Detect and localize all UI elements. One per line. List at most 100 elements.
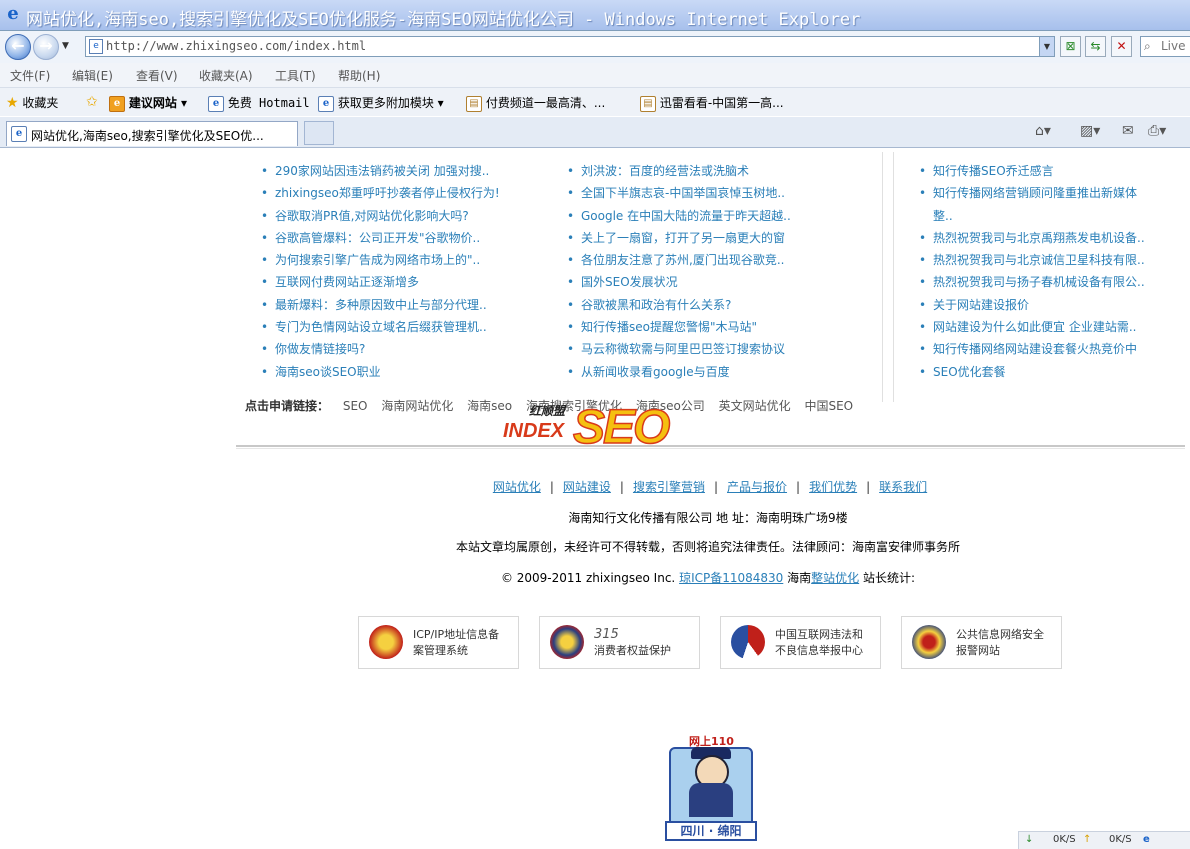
badge-icp[interactable]: ICP/IP地址信息备 案管理系统 [358, 616, 519, 669]
list-item[interactable]: 整.. [919, 205, 1145, 227]
tab-active[interactable]: e 网站优化,海南seo,搜索引擎优化及SEO优... [6, 121, 298, 146]
friend-link[interactable]: SEO [343, 399, 368, 413]
icp-link[interactable]: 琼ICP备11084830 [679, 571, 783, 585]
addons-icon: e [318, 95, 334, 112]
footer-link-contact[interactable]: 联系我们 [879, 480, 927, 494]
list-item[interactable]: 谷歌取消PR值,对网站优化影响大吗? [261, 205, 500, 227]
refresh-icon[interactable]: ⇆ [1085, 36, 1106, 57]
list-item[interactable]: 最新爆料：多种原因致中止与部分代理.. [261, 294, 500, 316]
footer-divider [236, 445, 1185, 447]
list-item[interactable]: 知行传播网络网站建设套餐火热竞价中 [919, 338, 1145, 360]
badge-police[interactable]: 公共信息网络安全 报警网站 [901, 616, 1062, 669]
list-item[interactable]: 关于网站建设报价 [919, 294, 1145, 316]
police-body-icon [689, 783, 733, 817]
list-item[interactable]: 从新闻收录看google与百度 [567, 361, 791, 383]
column-divider [882, 152, 883, 402]
list-item[interactable]: 全国下半旗志哀-中国举国哀悼玉树地.. [567, 182, 791, 204]
menu-file[interactable]: 文件(F) [10, 67, 50, 84]
list-item[interactable]: 刘洪波：百度的经营法或洗脑术 [567, 160, 791, 182]
police-emblem-icon [912, 625, 946, 659]
list-item[interactable]: 专门为色情网站设立域名后缀获管理机.. [261, 316, 500, 338]
list-item[interactable]: 谷歌被黑和政治有什么关系? [567, 294, 791, 316]
footer-divider [236, 448, 1185, 449]
list-item[interactable]: 网站建设为什么如此便宜 企业建站需.. [919, 316, 1145, 338]
friend-link[interactable]: 中国SEO [804, 399, 853, 413]
favorites-label: 收藏夹 [22, 96, 59, 110]
url-input[interactable] [106, 38, 1026, 53]
history-dropdown-icon[interactable]: ▼ [62, 41, 69, 51]
compat-view-icon[interactable]: ⊠ [1060, 36, 1081, 57]
list-item[interactable]: 知行传播seo提醒您警惕"木马站" [567, 316, 791, 338]
footer-link-sem[interactable]: 搜索引擎营销 [633, 480, 705, 494]
favorites-button[interactable]: ★ 收藏夹 [6, 94, 58, 111]
stop-icon[interactable]: ✕ [1111, 36, 1132, 57]
list-item[interactable]: 海南seo谈SEO职业 [261, 361, 500, 383]
menu-help[interactable]: 帮助(H) [338, 67, 380, 84]
list-item[interactable]: 知行传播SEO乔迁感言 [919, 160, 1145, 182]
address-dropdown-icon[interactable]: ▼ [1039, 37, 1054, 56]
list-item[interactable]: Google 在中国大陆的流量于昨天超越.. [567, 205, 791, 227]
fav-xunlei[interactable]: ▤ 迅雷看看-中国第一高... [640, 94, 784, 112]
back-button[interactable]: ← [5, 34, 31, 60]
copyright-notice: 本站文章均属原创，未经许可不得转载，否则将追究法律责任。法律顾问：海南富安律师事… [455, 540, 960, 554]
menu-tools[interactable]: 工具(T) [275, 67, 316, 84]
search-box[interactable]: ⌕ [1140, 36, 1190, 57]
list-item[interactable]: 你做友情链接吗? [261, 338, 500, 360]
fav-paid-channel[interactable]: ▤ 付费频道一最高清、... [466, 94, 605, 112]
new-tab-button[interactable] [304, 121, 334, 145]
list-item[interactable]: 谷歌高管爆料：公司正开发"谷歌物价.. [261, 227, 500, 249]
address-toolbar: ← → ▼ e ▼ ⊠ ⇆ ✕ ⌕ [0, 31, 1190, 63]
fav-addons-label: 获取更多附加模块 ▾ [337, 96, 444, 110]
friend-link[interactable]: 英文网站优化 [719, 399, 791, 413]
list-item[interactable]: 国外SEO发展状况 [567, 271, 791, 293]
list-item[interactable]: 知行传播网络营销顾问隆重推出新媒体 [919, 182, 1145, 204]
favorites-bar: ★ 收藏夹 ✩ e 建议网站 ▾ e 免费 Hotmail e 获取更多附加模块… [0, 88, 1190, 116]
friend-link[interactable]: 海南网站优化 [381, 399, 453, 413]
list-item[interactable]: 热烈祝贺我司与北京禹翔燕发电机设备.. [919, 227, 1145, 249]
list-item[interactable]: 关上了一扇窗，打开了另一扇更大的窗 [567, 227, 791, 249]
report-center-icon [731, 625, 765, 659]
fav-hotmail[interactable]: e 免费 Hotmail [208, 94, 310, 112]
list-item[interactable]: zhixingseo郑重呼吁抄袭者停止侵权行为! [261, 182, 500, 204]
menu-favorites[interactable]: 收藏夹(A) [199, 67, 253, 84]
news-column-2: 刘洪波：百度的经营法或洗脑术 全国下半旗志哀-中国举国哀悼玉树地.. Googl… [567, 160, 791, 383]
logo-small-text: 红顺盟 [529, 404, 566, 418]
forward-button[interactable]: → [33, 34, 59, 60]
ie-logo-icon: e [7, 3, 19, 24]
list-item[interactable]: 为何搜索引擎广告成为网络市场上的".. [261, 249, 500, 271]
list-item[interactable]: 热烈祝贺我司与北京诚信卫星科技有限.. [919, 249, 1145, 271]
feeds-icon[interactable]: ▨▾ [1080, 123, 1100, 139]
ie-status-icon[interactable]: e [1143, 834, 1150, 845]
menu-edit[interactable]: 编辑(E) [72, 67, 113, 84]
read-mail-icon[interactable]: ✉ [1122, 123, 1134, 139]
print-icon[interactable]: ⎙▾ [1148, 123, 1166, 139]
upload-speed: 0K/S [1109, 834, 1132, 845]
badge-315[interactable]: 315 消费者权益保护 [539, 616, 700, 669]
search-icon: ⌕ [1144, 39, 1151, 53]
copyright-text: © 2009-2011 zhixingseo Inc. [500, 571, 676, 585]
footer-link-build[interactable]: 网站建设 [563, 480, 611, 494]
menu-bar: 文件(F) 编辑(E) 查看(V) 收藏夹(A) 工具(T) 帮助(H) [0, 63, 1190, 88]
tab-page-icon: e [11, 126, 27, 142]
list-item[interactable]: 290家网站因违法销药被关闭 加强对搜.. [261, 160, 500, 182]
search-input[interactable] [1159, 37, 1190, 54]
badge-report-center[interactable]: 中国互联网违法和 不良信息举报中心 [720, 616, 881, 669]
fav-addons[interactable]: e 获取更多附加模块 ▾ [318, 94, 444, 112]
hotmail-icon: e [208, 95, 224, 112]
footer-link-advantages[interactable]: 我们优势 [809, 480, 857, 494]
cyber-police-110-badge[interactable]: 网上110 四川 · 绵阳 [665, 733, 757, 841]
site-optimization-link[interactable]: 整站优化 [811, 571, 859, 585]
footer-link-products[interactable]: 产品与报价 [727, 480, 787, 494]
fav-suggested-sites[interactable]: e 建议网站 ▾ [109, 94, 187, 112]
list-item[interactable]: 马云称微软需与阿里巴巴签订搜索协议 [567, 338, 791, 360]
address-bar[interactable]: e ▼ [85, 36, 1055, 57]
list-item[interactable]: 热烈祝贺我司与扬子春机械设备有限公.. [919, 271, 1145, 293]
consumer-shield-icon [550, 625, 584, 659]
list-item[interactable]: 各位朋友注意了苏州,厦门出现谷歌竞.. [567, 249, 791, 271]
add-favorite-icon[interactable]: ✩ [86, 94, 98, 110]
home-icon[interactable]: ⌂▾ [1035, 123, 1051, 139]
list-item[interactable]: SEO优化套餐 [919, 361, 1145, 383]
menu-view[interactable]: 查看(V) [136, 67, 178, 84]
list-item[interactable]: 互联网付费网站正逐渐增多 [261, 271, 500, 293]
footer-link-seo[interactable]: 网站优化 [493, 480, 541, 494]
